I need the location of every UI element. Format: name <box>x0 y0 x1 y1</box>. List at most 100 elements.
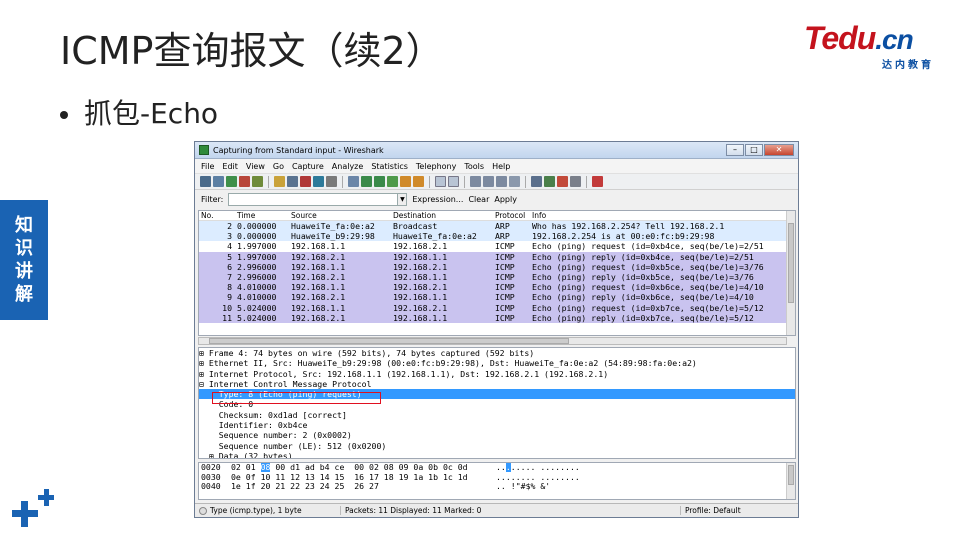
restart-capture-icon[interactable] <box>252 176 263 187</box>
packet-cell-time: 4.010000 <box>237 292 277 303</box>
menu-statistics[interactable]: Statistics <box>371 162 408 171</box>
go-back-icon[interactable] <box>361 176 372 187</box>
hex-row: 0040 1e 1f 20 21 22 23 24 25 26 27 .. !"#$… <box>199 481 795 492</box>
column-header-info[interactable]: Info <box>532 211 795 220</box>
packet-cell-no: 2 <box>227 221 232 231</box>
detail-tree-item[interactable]: ⊟ Internet Control Message Protocol <box>199 379 795 389</box>
help-icon[interactable] <box>592 176 603 187</box>
column-header-no[interactable]: No. <box>199 211 234 220</box>
detail-tree-item[interactable]: ⊞ Internet Protocol, Src: 192.168.1.1 (1… <box>199 369 795 379</box>
menu-go[interactable]: Go <box>273 162 284 171</box>
packet-cell-dst: 192.168.2.1 <box>393 282 448 293</box>
go-forward-icon[interactable] <box>374 176 385 187</box>
expert-info-icon[interactable] <box>199 506 207 515</box>
print-icon[interactable] <box>326 176 337 187</box>
packet-list-header: No. Time Source Destination Protocol Inf… <box>199 211 795 221</box>
find-packet-icon[interactable] <box>348 176 359 187</box>
filter-dropdown-icon[interactable]: ▼ <box>398 192 408 206</box>
packet-cell-proto: ICMP <box>495 302 515 313</box>
menu-edit[interactable]: Edit <box>222 162 238 171</box>
detail-tree-item[interactable]: ⊞ Frame 4: 74 bytes on wire (592 bits), … <box>199 348 795 358</box>
detail-tree-item[interactable]: Sequence number (LE): 512 (0x0200) <box>199 441 795 451</box>
packet-cell-dst: 192.168.1.1 <box>393 312 448 323</box>
packet-list-scrollbar[interactable] <box>786 211 795 335</box>
packet-row[interactable]: 6 2.996000 192.168.1.1 192.168.2.1 ICMP Echo … <box>199 261 795 272</box>
filter-input[interactable] <box>228 192 399 206</box>
preferences-icon[interactable] <box>570 176 581 187</box>
hex-ascii[interactable]: .. !"#$% &' <box>496 481 795 492</box>
column-header-source[interactable]: Source <box>291 211 393 220</box>
packet-row[interactable]: 9 4.010000 192.168.2.1 192.168.1.1 ICMP Echo … <box>199 292 795 303</box>
column-header-time[interactable]: Time <box>234 211 291 220</box>
packet-cell-dst: 192.168.1.1 <box>393 271 448 282</box>
packet-row[interactable]: 3 0.000000 HuaweiTe_b9:29:98 HuaweiTe_fa:0e… <box>199 231 795 242</box>
status-bar: Type (icmp.type), 1 byte Packets: 11 Dis… <box>195 503 798 517</box>
packet-row[interactable]: 2 0.000000 HuaweiTe_fa:0e:a2 Broadcast ARP Wh… <box>199 221 795 232</box>
hex-bytes[interactable]: 1e 1f 20 21 22 23 24 25 26 27 <box>231 481 496 492</box>
side-tab-char: 讲 <box>15 261 33 282</box>
minimize-button[interactable]: – <box>726 144 744 156</box>
menu-analyze[interactable]: Analyze <box>332 162 364 171</box>
packet-list[interactable]: No. Time Source Destination Protocol Inf… <box>198 210 796 336</box>
display-filters-icon[interactable] <box>544 176 555 187</box>
open-file-icon[interactable] <box>274 176 285 187</box>
packet-row[interactable]: 10 5.024000 192.168.1.1 192.168.2.1 ICMP Echo… <box>199 302 795 313</box>
stop-capture-icon[interactable] <box>239 176 250 187</box>
menu-help[interactable]: Help <box>492 162 510 171</box>
packet-row[interactable]: 7 2.996000 192.168.2.1 192.168.1.1 ICMP Echo … <box>199 271 795 283</box>
first-packet-icon[interactable] <box>400 176 411 187</box>
packet-cell-dst: HuaweiTe_fa:0e:a2 <box>393 231 477 242</box>
packet-cell-info: Who has 192.168.2.254? Tell 192.168.2.1 <box>532 221 725 231</box>
tedu-logo: Tedu.cn 达内教育 <box>804 22 934 71</box>
packet-row[interactable]: 5 1.997000 192.168.2.1 192.168.1.1 ICMP Echo … <box>199 251 795 262</box>
window-titlebar[interactable]: Capturing from Standard input - Wireshar… <box>195 142 798 159</box>
maximize-button[interactable]: □ <box>745 144 763 156</box>
auto-scroll-icon[interactable] <box>448 176 459 187</box>
go-to-packet-icon[interactable] <box>387 176 398 187</box>
zoom-in-icon[interactable] <box>470 176 481 187</box>
menu-tools[interactable]: Tools <box>464 162 484 171</box>
resize-columns-icon[interactable] <box>509 176 520 187</box>
options-icon[interactable] <box>213 176 224 187</box>
highlight-box <box>212 392 381 404</box>
interfaces-icon[interactable] <box>200 176 211 187</box>
packet-cell-proto: ARP <box>495 221 510 231</box>
status-field-info: Type (icmp.type), 1 byte <box>210 506 302 515</box>
packet-cell-info: Echo (ping) request (id=0xb4ce, seq(be/l… <box>532 241 764 252</box>
start-capture-icon[interactable] <box>226 176 237 187</box>
detail-tree-item[interactable]: ⊞ Ethernet II, Src: HuaweiTe_b9:29:98 (0… <box>199 358 795 368</box>
last-packet-icon[interactable] <box>413 176 424 187</box>
coloring-rules-icon[interactable] <box>557 176 568 187</box>
colorize-icon[interactable] <box>435 176 446 187</box>
packet-cell-time: 0.000000 <box>237 221 277 231</box>
packet-row[interactable]: 11 5.024000 192.168.2.1 192.168.1.1 ICMP Echo… <box>199 312 795 323</box>
column-header-protocol[interactable]: Protocol <box>495 211 532 220</box>
detail-tree-item[interactable]: ⊞ Data (32 bytes) <box>199 451 795 458</box>
packet-bytes-pane[interactable]: 0020 02 01 08 00 d1 ad b4 ce 00 02 08 09 … <box>198 462 796 500</box>
menu-file[interactable]: File <box>201 162 214 171</box>
menu-view[interactable]: View <box>246 162 265 171</box>
bytes-pane-scrollbar[interactable] <box>786 463 795 499</box>
detail-tree-item[interactable]: Identifier: 0xb4ce <box>199 420 795 430</box>
status-profile[interactable]: Profile: Default <box>680 506 798 515</box>
menu-telephony[interactable]: Telephony <box>416 162 456 171</box>
zoom-out-icon[interactable] <box>483 176 494 187</box>
close-file-icon[interactable] <box>300 176 311 187</box>
detail-tree-item[interactable]: Sequence number: 2 (0x0002) <box>199 430 795 440</box>
clear-button[interactable]: Clear <box>468 195 489 204</box>
capture-filters-icon[interactable] <box>531 176 542 187</box>
packet-row[interactable]: 8 4.010000 192.168.1.1 192.168.2.1 ICMP Echo … <box>199 282 795 293</box>
detail-tree-item[interactable]: Checksum: 0xd1ad [correct] <box>199 410 795 420</box>
apply-button[interactable]: Apply <box>494 195 517 204</box>
column-header-destination[interactable]: Destination <box>393 211 495 220</box>
normal-size-icon[interactable] <box>496 176 507 187</box>
packet-list-hscrollbar[interactable] <box>198 337 787 345</box>
expression-button[interactable]: Expression... <box>412 195 463 204</box>
menu-capture[interactable]: Capture <box>292 162 324 171</box>
save-file-icon[interactable] <box>287 176 298 187</box>
close-button[interactable]: ✕ <box>764 144 794 156</box>
reload-icon[interactable] <box>313 176 324 187</box>
packet-row[interactable]: 4 1.997000 192.168.1.1 192.168.2.1 ICMP Echo … <box>199 241 795 252</box>
packet-cell-proto: ICMP <box>495 261 515 272</box>
packet-details-pane[interactable]: ⊞ Frame 4: 74 bytes on wire (592 bits), … <box>198 347 796 459</box>
